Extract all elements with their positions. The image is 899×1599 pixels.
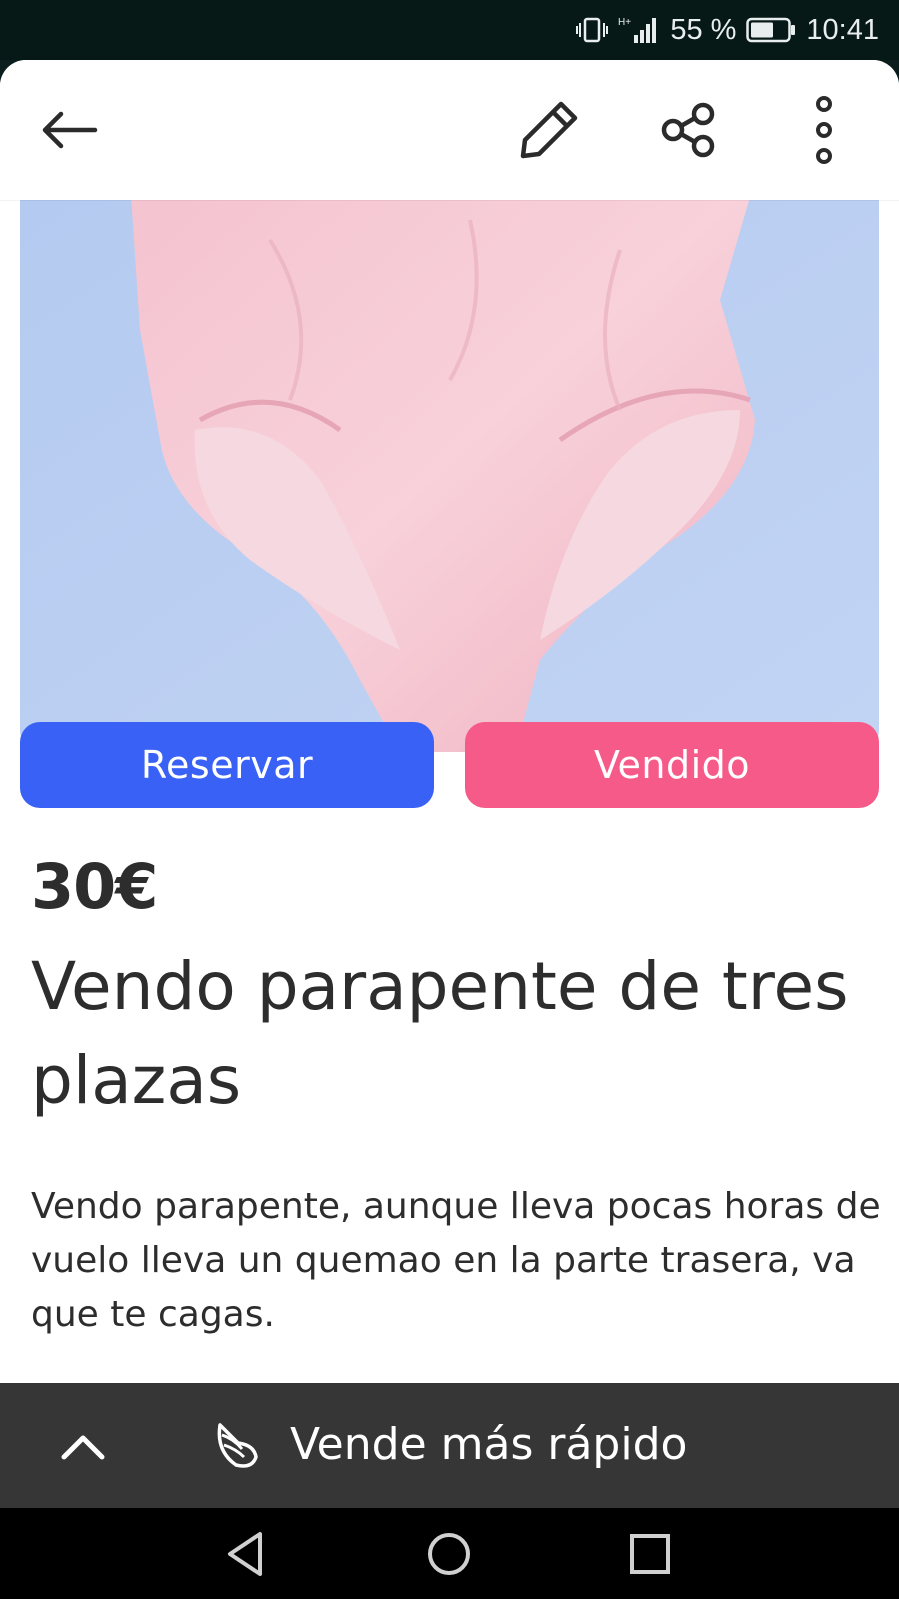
nav-home-icon [428,1533,470,1575]
pencil-edit-icon [520,101,578,159]
share-icon [661,102,715,158]
nav-recents-button[interactable] [624,1528,676,1580]
sell-faster-label: Vende más rápido [290,1419,688,1470]
nav-home-button[interactable] [423,1528,475,1580]
nav-back-button[interactable] [222,1528,274,1580]
battery-icon [746,17,796,43]
reserve-button[interactable]: Reservar [20,722,434,808]
more-vertical-icon [816,96,832,164]
edit-button[interactable] [509,90,589,170]
sold-button[interactable]: Vendido [465,722,879,808]
listing-title: Vendo parapente de tres plazas [31,948,849,1119]
clock: 10:41 [806,13,879,46]
price: 30€ [31,850,158,923]
product-photo[interactable] [20,180,879,752]
listing-screen: Reservar Vendido 30€ Vendo parapente de … [0,60,899,1540]
sell-faster-bar[interactable]: Vende más rápido [0,1383,899,1508]
nav-recents-icon [630,1534,670,1574]
wing-icon [217,1423,258,1468]
pink-garment-image [20,180,879,752]
share-button[interactable] [649,90,729,170]
more-options-button[interactable] [784,90,864,170]
toolbar [0,60,899,200]
back-arrow-icon [42,111,98,149]
back-button[interactable] [29,90,109,170]
svg-text:H+: H+ [618,17,631,28]
battery-percent: 55 % [670,13,737,46]
vibrate-icon [576,16,609,44]
system-nav-bar [0,1508,899,1599]
chevron-up-icon[interactable] [58,1421,108,1471]
listing-description: Vendo parapente, aunque lleva pocas hora… [31,1186,881,1335]
nav-back-icon [228,1532,262,1576]
status-bar: H+ 55 % 10:41 [0,0,899,60]
signal-hplus-icon: H+ [618,15,660,45]
